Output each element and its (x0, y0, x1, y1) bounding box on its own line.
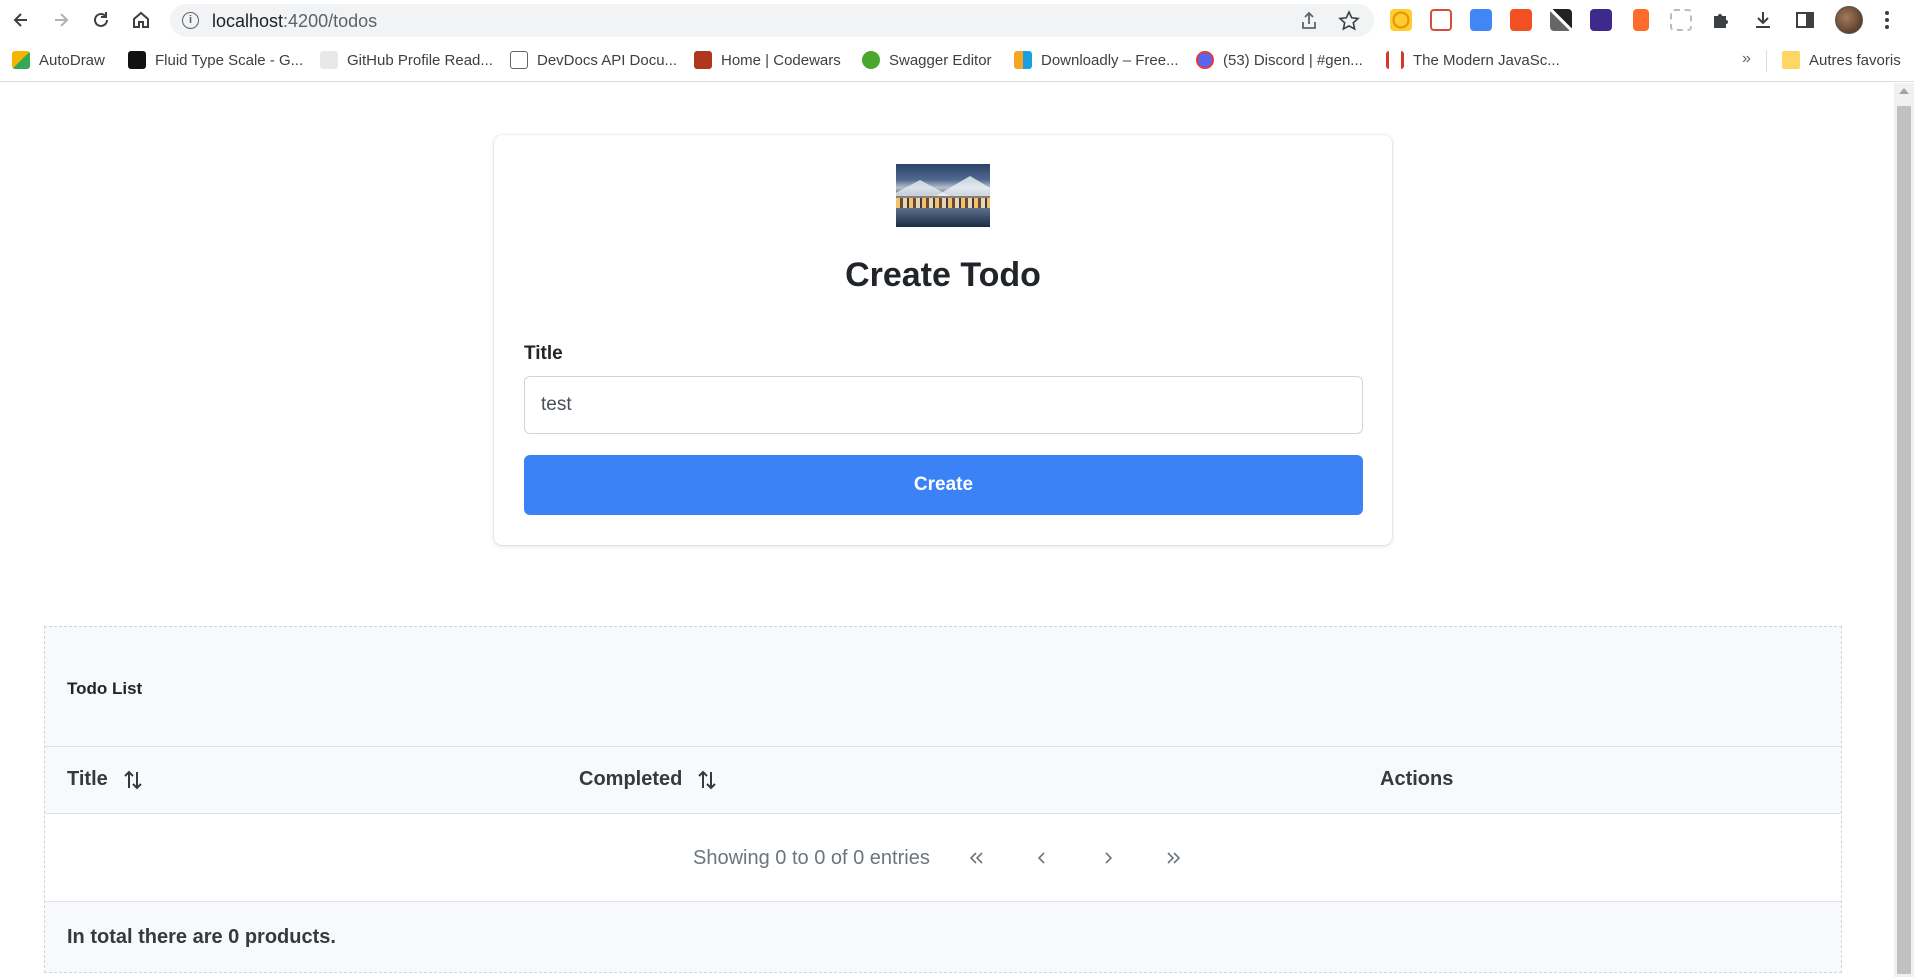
bookmark-label: The Modern JavaSc... (1413, 51, 1560, 69)
title-label: Title (524, 343, 563, 364)
previous-page-button[interactable] (1024, 840, 1060, 876)
pencil-icon (12, 51, 30, 69)
side-panel-icon[interactable] (1794, 9, 1816, 31)
arrow-left-icon (13, 13, 27, 27)
vertical-scrollbar[interactable] (1894, 83, 1914, 977)
more-bookmarks-button[interactable]: » (1742, 50, 1751, 68)
mg-logo-icon (320, 51, 338, 69)
codewars-icon (694, 51, 712, 69)
table-caption: Todo List (67, 679, 143, 698)
column-completed-label: Completed (579, 768, 683, 790)
bookmark-swagger-editor[interactable]: Swagger Editor (862, 49, 992, 71)
back-button[interactable] (6, 6, 36, 34)
city-logo-image (896, 164, 990, 227)
bookmark-label: (53) Discord | #gen... (1223, 51, 1363, 69)
reload-button[interactable] (86, 6, 116, 34)
table-header-row: Title Completed Actions (45, 747, 1841, 814)
scrollbar-thumb[interactable] (1897, 106, 1911, 974)
column-actions-label: Actions (1380, 768, 1454, 790)
profile-avatar[interactable] (1835, 6, 1863, 34)
extension-graduation-icon[interactable] (1590, 9, 1612, 31)
bookmark-label: Swagger Editor (889, 51, 992, 69)
forward-button[interactable] (46, 6, 76, 34)
bookmark-label: Home | Codewars (721, 51, 841, 69)
address-bar[interactable]: i localhost:4200/todos (170, 4, 1374, 37)
url-path: :4200/todos (283, 11, 378, 31)
bookmarks-bar: AutoDraw Fluid Type Scale - G... GitHub … (0, 40, 1914, 82)
first-page-button[interactable] (958, 840, 994, 876)
double-chevron-right-icon (1167, 852, 1181, 864)
swagger-icon (862, 51, 880, 69)
column-title-label: Title (67, 768, 108, 790)
chevron-left-icon (1037, 852, 1045, 864)
bookmarks-separator (1766, 50, 1767, 72)
bookmark-codewars[interactable]: Home | Codewars (694, 49, 841, 71)
column-header-completed[interactable]: Completed (579, 768, 718, 791)
next-page-button[interactable] (1090, 840, 1126, 876)
devdocs-icon (510, 51, 528, 69)
share-icon[interactable] (1298, 10, 1320, 32)
folder-icon (1782, 51, 1800, 69)
extension-sun-icon[interactable] (1390, 9, 1412, 31)
bookmark-star-icon[interactable] (1338, 10, 1360, 32)
extension-qr-icon[interactable] (1670, 9, 1692, 31)
create-todo-card: Create Todo Title Create (494, 135, 1392, 545)
bookmark-modern-javascript[interactable]: The Modern JavaSc... (1386, 49, 1560, 71)
table-footer: In total there are 0 products. (45, 902, 1841, 972)
bookmark-discord[interactable]: (53) Discord | #gen... (1196, 49, 1363, 71)
discord-icon (1196, 51, 1214, 69)
column-header-actions: Actions (1380, 768, 1453, 791)
page-title: Create Todo (845, 256, 1041, 294)
site-info-icon[interactable]: i (182, 12, 199, 29)
browser-toolbar: i localhost:4200/todos (0, 0, 1914, 40)
title-input[interactable] (524, 376, 1363, 434)
chevron-right-icon (1105, 852, 1113, 864)
bookmark-devdocs[interactable]: DevDocs API Docu... (510, 49, 677, 71)
scroll-up-arrow-icon[interactable] (1899, 88, 1909, 94)
url-host: localhost (212, 11, 284, 31)
bookmark-fluid-type-scale[interactable]: Fluid Type Scale - G... (128, 49, 303, 71)
arrow-right-icon (55, 13, 69, 27)
downloadly-icon (1014, 51, 1032, 69)
extension-translate-icon[interactable] (1470, 9, 1492, 31)
t-logo-icon (128, 51, 146, 69)
download-icon[interactable] (1752, 9, 1774, 31)
bookmark-label: Fluid Type Scale - G... (155, 51, 304, 69)
other-bookmarks-folder[interactable]: Autres favoris (1782, 49, 1901, 71)
bookmark-label: Downloadly – Free... (1041, 51, 1179, 69)
last-page-button[interactable] (1156, 840, 1192, 876)
home-button[interactable] (126, 6, 156, 34)
todo-table-panel: Todo List Title Completed Actions Showin… (44, 626, 1842, 973)
javascript-figure-icon (1386, 51, 1404, 69)
bookmark-downloadly[interactable]: Downloadly – Free... (1014, 49, 1179, 71)
bookmark-label: DevDocs API Docu... (537, 51, 678, 69)
bookmark-label: AutoDraw (39, 51, 105, 69)
bookmark-github-profile[interactable]: GitHub Profile Read... (320, 49, 493, 71)
bookmark-label: Autres favoris (1809, 51, 1901, 69)
sort-icon[interactable] (696, 769, 718, 791)
table-caption-bar: Todo List (45, 627, 1841, 747)
total-count-text: In total there are 0 products. (67, 926, 336, 948)
double-chevron-left-icon (969, 852, 983, 864)
bookmark-autodraw[interactable]: AutoDraw (12, 49, 105, 71)
column-header-title[interactable]: Title (67, 768, 144, 791)
sort-icon[interactable] (122, 769, 144, 791)
home-icon (133, 11, 149, 28)
url-text[interactable]: localhost:4200/todos (212, 11, 377, 32)
puzzle-icon[interactable] (1710, 9, 1732, 31)
create-button[interactable]: Create (524, 455, 1363, 515)
extension-red-icon[interactable] (1510, 9, 1532, 31)
extension-eyedropper-icon[interactable] (1550, 9, 1572, 31)
bookmark-label: GitHub Profile Read... (347, 51, 493, 69)
kebab-menu-icon[interactable] (1876, 9, 1898, 31)
page-report-text: Showing 0 to 0 of 0 entries (693, 847, 930, 869)
extension-figure-icon[interactable] (1633, 9, 1649, 31)
paginator: Showing 0 to 0 of 0 entries (45, 814, 1841, 902)
extension-calendar-icon[interactable] (1430, 9, 1452, 31)
reload-icon (94, 12, 108, 27)
